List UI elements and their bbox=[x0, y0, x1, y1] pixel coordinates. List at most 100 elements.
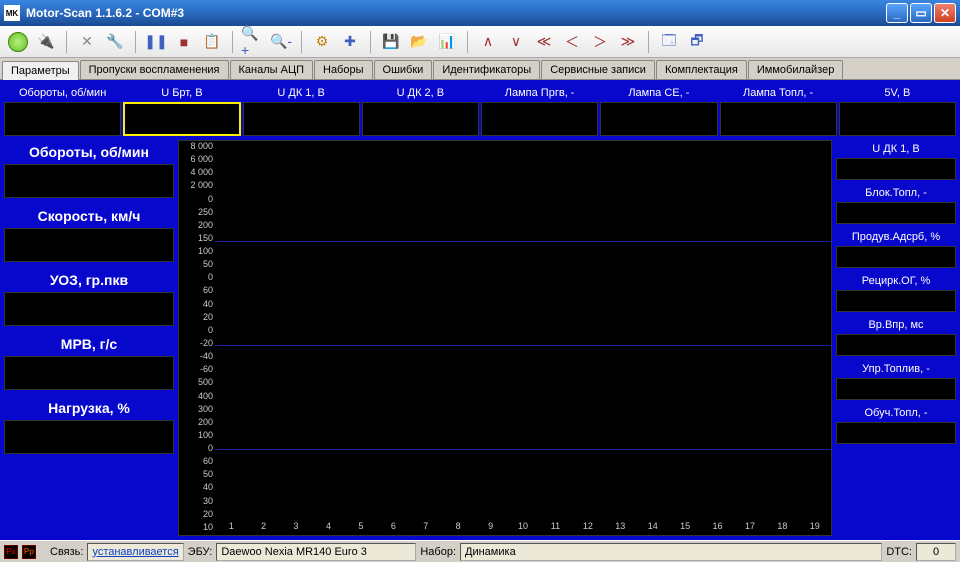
tab-7[interactable]: Комплектация bbox=[656, 60, 747, 79]
export-icon[interactable]: 🗗 bbox=[685, 30, 709, 54]
connection-value[interactable]: устанавливается bbox=[92, 546, 178, 558]
y-tick: 10 bbox=[179, 522, 213, 532]
top-param-0[interactable]: Обороты, об/мин bbox=[4, 84, 121, 136]
left-param-1[interactable]: Скорость, км/ч bbox=[4, 204, 174, 262]
pause-button[interactable]: ❚❚ bbox=[144, 30, 168, 54]
left-param-value bbox=[4, 292, 174, 326]
x-tick: 8 bbox=[442, 519, 474, 535]
top-param-6[interactable]: Лампа Топл, - bbox=[720, 84, 837, 136]
y-tick: 6 000 bbox=[179, 154, 213, 164]
right-panel: U ДК 1, ВБлок.Топл, -Продув.Адсрб, %Реци… bbox=[836, 140, 956, 536]
x-tick: 6 bbox=[377, 519, 409, 535]
gear-icon[interactable]: ⚙ bbox=[310, 30, 334, 54]
nav-prev-button[interactable]: ＜ bbox=[560, 30, 584, 54]
x-tick: 1 bbox=[215, 519, 247, 535]
plug-icon[interactable]: 🔌 bbox=[34, 30, 58, 54]
left-param-value bbox=[4, 356, 174, 390]
right-param-value bbox=[836, 246, 956, 268]
tab-2[interactable]: Каналы АЦП bbox=[230, 60, 313, 79]
status-badge-2: Pp bbox=[22, 545, 36, 559]
save-button[interactable]: 💾 bbox=[379, 30, 403, 54]
right-param-value bbox=[836, 422, 956, 444]
top-param-label: Лампа CE, - bbox=[600, 84, 717, 102]
y-tick: -20 bbox=[179, 338, 213, 348]
right-param-value bbox=[836, 378, 956, 400]
nav-last-button[interactable]: ≫ bbox=[616, 30, 640, 54]
y-tick: 20 bbox=[179, 312, 213, 322]
tools-icon[interactable]: ✕ bbox=[75, 30, 99, 54]
connection-label: Связь: bbox=[50, 546, 83, 558]
top-param-1[interactable]: U Брт, В bbox=[123, 84, 240, 136]
left-param-3[interactable]: МРВ, г/с bbox=[4, 332, 174, 390]
y-tick: 0 bbox=[179, 272, 213, 282]
maximize-button[interactable]: ▭ bbox=[910, 3, 932, 23]
tab-3[interactable]: Наборы bbox=[314, 60, 373, 79]
x-tick: 10 bbox=[507, 519, 539, 535]
right-param-0[interactable]: U ДК 1, В bbox=[836, 140, 956, 180]
top-param-label: U Брт, В bbox=[123, 84, 240, 102]
right-param-4[interactable]: Вр.Впр, мс bbox=[836, 316, 956, 356]
x-tick: 13 bbox=[604, 519, 636, 535]
left-param-label: Нагрузка, % bbox=[4, 396, 174, 420]
x-tick: 5 bbox=[345, 519, 377, 535]
y-tick: 60 bbox=[179, 285, 213, 295]
right-param-1[interactable]: Блок.Топл, - bbox=[836, 184, 956, 224]
right-param-value bbox=[836, 202, 956, 224]
nav-next-button[interactable]: ＞ bbox=[588, 30, 612, 54]
chart-button[interactable]: 📊 bbox=[435, 30, 459, 54]
top-param-label: Лампа Пргв, - bbox=[481, 84, 598, 102]
x-tick: 17 bbox=[734, 519, 766, 535]
top-param-2[interactable]: U ДК 1, В bbox=[243, 84, 360, 136]
left-param-2[interactable]: УОЗ, гр.пкв bbox=[4, 268, 174, 326]
zoom-out-button[interactable]: 🔍- bbox=[269, 30, 293, 54]
x-tick: 12 bbox=[572, 519, 604, 535]
y-tick: 200 bbox=[179, 417, 213, 427]
tab-8[interactable]: Иммобилайзер bbox=[748, 60, 843, 79]
y-tick: 400 bbox=[179, 391, 213, 401]
open-folder-button[interactable]: 📂 bbox=[407, 30, 431, 54]
x-tick: 4 bbox=[312, 519, 344, 535]
y-tick: 4 000 bbox=[179, 167, 213, 177]
right-param-6[interactable]: Обуч.Топл, - bbox=[836, 404, 956, 444]
top-param-4[interactable]: Лампа Пргв, - bbox=[481, 84, 598, 136]
nav-down-button[interactable]: ∨ bbox=[504, 30, 528, 54]
chart-area[interactable]: 8 0006 0004 0002 00002502001501005006040… bbox=[178, 140, 832, 536]
right-param-3[interactable]: Рецирк.ОГ, % bbox=[836, 272, 956, 312]
top-param-label: U ДК 2, В bbox=[362, 84, 479, 102]
right-param-value bbox=[836, 334, 956, 356]
window-icon[interactable]: 🗔 bbox=[657, 30, 681, 54]
nav-first-button[interactable]: ≪ bbox=[532, 30, 556, 54]
top-param-5[interactable]: Лампа CE, - bbox=[600, 84, 717, 136]
nav-up-button[interactable]: ∧ bbox=[476, 30, 500, 54]
y-tick: 0 bbox=[179, 325, 213, 335]
tab-5[interactable]: Идентификаторы bbox=[433, 60, 540, 79]
left-param-4[interactable]: Нагрузка, % bbox=[4, 396, 174, 454]
add-button[interactable]: ✚ bbox=[338, 30, 362, 54]
set-label: Набор: bbox=[420, 546, 456, 558]
minimize-button[interactable]: _ bbox=[886, 3, 908, 23]
right-param-2[interactable]: Продув.Адсрб, % bbox=[836, 228, 956, 268]
wrench-icon[interactable]: 🔧 bbox=[103, 30, 127, 54]
close-button[interactable]: ✕ bbox=[934, 3, 956, 23]
left-param-label: МРВ, г/с bbox=[4, 332, 174, 356]
y-tick: 2 000 bbox=[179, 180, 213, 190]
top-param-label: U ДК 1, В bbox=[243, 84, 360, 102]
stop-button[interactable]: ■ bbox=[172, 30, 196, 54]
power-button[interactable] bbox=[6, 30, 30, 54]
x-tick: 14 bbox=[636, 519, 668, 535]
top-param-7[interactable]: 5V, В bbox=[839, 84, 956, 136]
tab-6[interactable]: Сервисные записи bbox=[541, 60, 655, 79]
tab-1[interactable]: Пропуски воспламенения bbox=[80, 60, 229, 79]
zoom-in-button[interactable]: 🔍+ bbox=[241, 30, 265, 54]
top-param-value bbox=[720, 102, 837, 136]
right-param-5[interactable]: Упр.Топлив, - bbox=[836, 360, 956, 400]
tab-4[interactable]: Ошибки bbox=[374, 60, 433, 79]
tab-0[interactable]: Параметры bbox=[2, 61, 79, 80]
top-param-label: 5V, В bbox=[839, 84, 956, 102]
y-tick: 8 000 bbox=[179, 141, 213, 151]
top-param-value bbox=[362, 102, 479, 136]
top-param-3[interactable]: U ДК 2, В bbox=[362, 84, 479, 136]
left-param-label: УОЗ, гр.пкв bbox=[4, 268, 174, 292]
left-param-0[interactable]: Обороты, об/мин bbox=[4, 140, 174, 198]
record-button[interactable]: 📋 bbox=[200, 30, 224, 54]
